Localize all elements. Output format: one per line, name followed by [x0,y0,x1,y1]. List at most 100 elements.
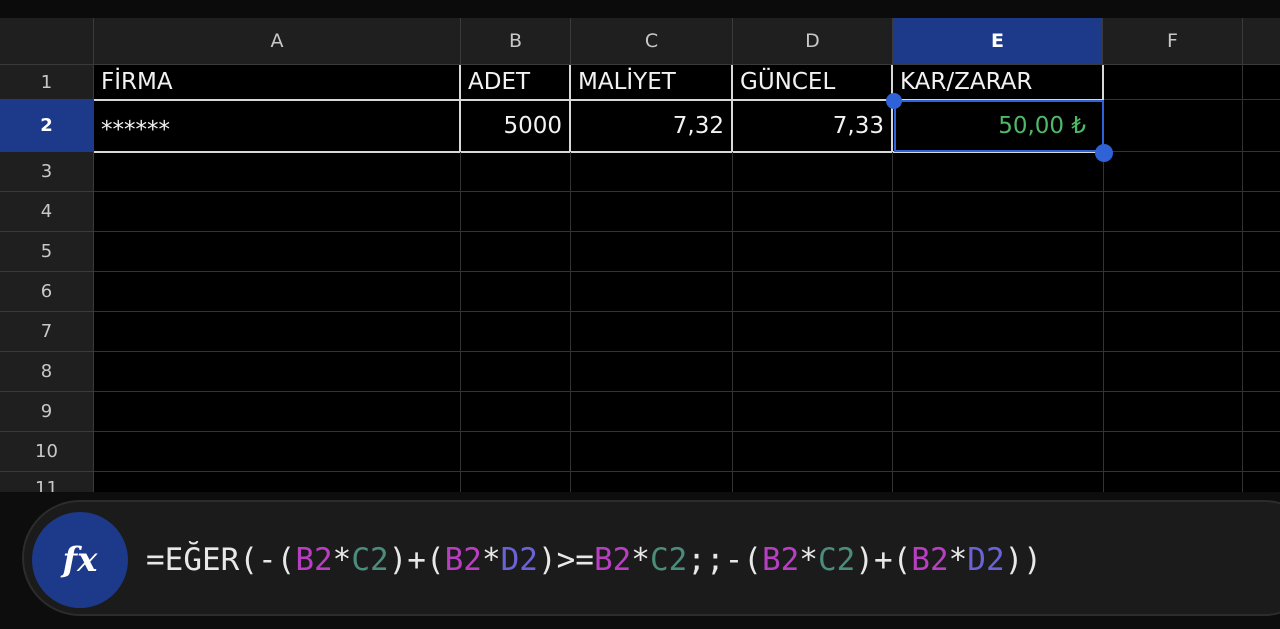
cell-b9[interactable] [461,392,571,432]
cell-g4[interactable] [1243,192,1280,232]
column-header-f[interactable]: F [1103,18,1243,65]
column-header-e[interactable]: E [893,18,1103,65]
cell-g7[interactable] [1243,312,1280,352]
formula-text[interactable]: =EĞER(-(B2 * C2)+(B2 * D2)>= B2 * C2 ;;-(B2 * C2)+… [146,536,1042,584]
cell-e5[interactable] [893,232,1104,272]
cell-g5[interactable] [1243,232,1280,272]
cell-c2[interactable]: 7,32 [571,100,733,153]
cell-b5[interactable] [461,232,571,272]
cell-e8[interactable] [893,352,1104,392]
cell-c10[interactable] [571,432,733,472]
cell-e10[interactable] [893,432,1104,472]
cell-f9[interactable] [1104,392,1243,432]
row-header-3[interactable]: 3 [0,152,94,192]
row-header-2[interactable]: 2 [0,100,94,152]
cell-a10[interactable] [94,432,461,472]
fx-icon[interactable]: fx [32,512,128,608]
cell-f7[interactable] [1104,312,1243,352]
cell-f6[interactable] [1104,272,1243,312]
cell-d1[interactable]: GÜNCEL [733,65,893,101]
selection-handle-end[interactable] [1095,144,1113,162]
cell-f2[interactable] [1104,100,1243,152]
cell-c9[interactable] [571,392,733,432]
column-header-c[interactable]: C [571,18,733,65]
cell-g1[interactable] [1243,65,1280,100]
cell-f10[interactable] [1104,432,1243,472]
cell-c3[interactable] [571,152,733,192]
row-header-1[interactable]: 1 [0,65,94,100]
cell-d11[interactable] [733,472,893,492]
cell-b1[interactable]: ADET [461,65,571,101]
cell-e9[interactable] [893,392,1104,432]
cell-a4[interactable] [94,192,461,232]
cell-e6[interactable] [893,272,1104,312]
cell-d8[interactable] [733,352,893,392]
cell-a1[interactable]: FİRMA [94,65,461,101]
row-header-4[interactable]: 4 [0,192,94,232]
column-header-g-partial[interactable] [1243,18,1280,65]
cell-e1[interactable]: KAR/ZARAR [893,65,1104,101]
cell-g10[interactable] [1243,432,1280,472]
cell-c7[interactable] [571,312,733,352]
cell-d5[interactable] [733,232,893,272]
cell-f1[interactable] [1104,65,1243,100]
cell-c4[interactable] [571,192,733,232]
cell-d3[interactable] [733,152,893,192]
row-header-5[interactable]: 5 [0,232,94,272]
select-all-corner[interactable] [0,18,94,65]
cell-c1[interactable]: MALİYET [571,65,733,101]
column-header-b[interactable]: B [461,18,571,65]
cell-g6[interactable] [1243,272,1280,312]
selection-handle-start[interactable] [886,93,902,109]
cell-d10[interactable] [733,432,893,472]
cell-a9[interactable] [94,392,461,432]
cell-b4[interactable] [461,192,571,232]
cell-a3[interactable] [94,152,461,192]
cell-e11[interactable] [893,472,1104,492]
cell-g2[interactable] [1243,100,1280,152]
row-header-10[interactable]: 10 [0,432,94,472]
column-header-a[interactable]: A [94,18,461,65]
cell-a5[interactable] [94,232,461,272]
cell-a2[interactable]: ****** [94,100,461,153]
row-header-11[interactable]: 11 [0,472,94,492]
cell-e7[interactable] [893,312,1104,352]
cell-d9[interactable] [733,392,893,432]
cell-g11[interactable] [1243,472,1280,492]
row-header-9[interactable]: 9 [0,392,94,432]
cell-g3[interactable] [1243,152,1280,192]
cell-a6[interactable] [94,272,461,312]
cell-f3[interactable] [1104,152,1243,192]
cell-f8[interactable] [1104,352,1243,392]
cell-b10[interactable] [461,432,571,472]
cell-d2[interactable]: 7,33 [733,100,893,153]
cell-e4[interactable] [893,192,1104,232]
cell-a8[interactable] [94,352,461,392]
cell-b11[interactable] [461,472,571,492]
cell-c5[interactable] [571,232,733,272]
cell-c6[interactable] [571,272,733,312]
cell-c8[interactable] [571,352,733,392]
cell-b6[interactable] [461,272,571,312]
cell-b3[interactable] [461,152,571,192]
row-header-7[interactable]: 7 [0,312,94,352]
cell-a11[interactable] [94,472,461,492]
cell-e2[interactable]: 50,00 ₺ [893,100,1104,153]
cell-a7[interactable] [94,312,461,352]
cell-b8[interactable] [461,352,571,392]
row-header-6[interactable]: 6 [0,272,94,312]
cell-b2[interactable]: 5000 [461,100,571,153]
cell-g8[interactable] [1243,352,1280,392]
cell-f11[interactable] [1104,472,1243,492]
cell-c11[interactable] [571,472,733,492]
cell-g9[interactable] [1243,392,1280,432]
cell-f4[interactable] [1104,192,1243,232]
cell-f5[interactable] [1104,232,1243,272]
row-header-8[interactable]: 8 [0,352,94,392]
cell-d6[interactable] [733,272,893,312]
cell-d4[interactable] [733,192,893,232]
cell-b7[interactable] [461,312,571,352]
cell-e3[interactable] [893,152,1104,192]
column-header-d[interactable]: D [733,18,893,65]
cell-d7[interactable] [733,312,893,352]
